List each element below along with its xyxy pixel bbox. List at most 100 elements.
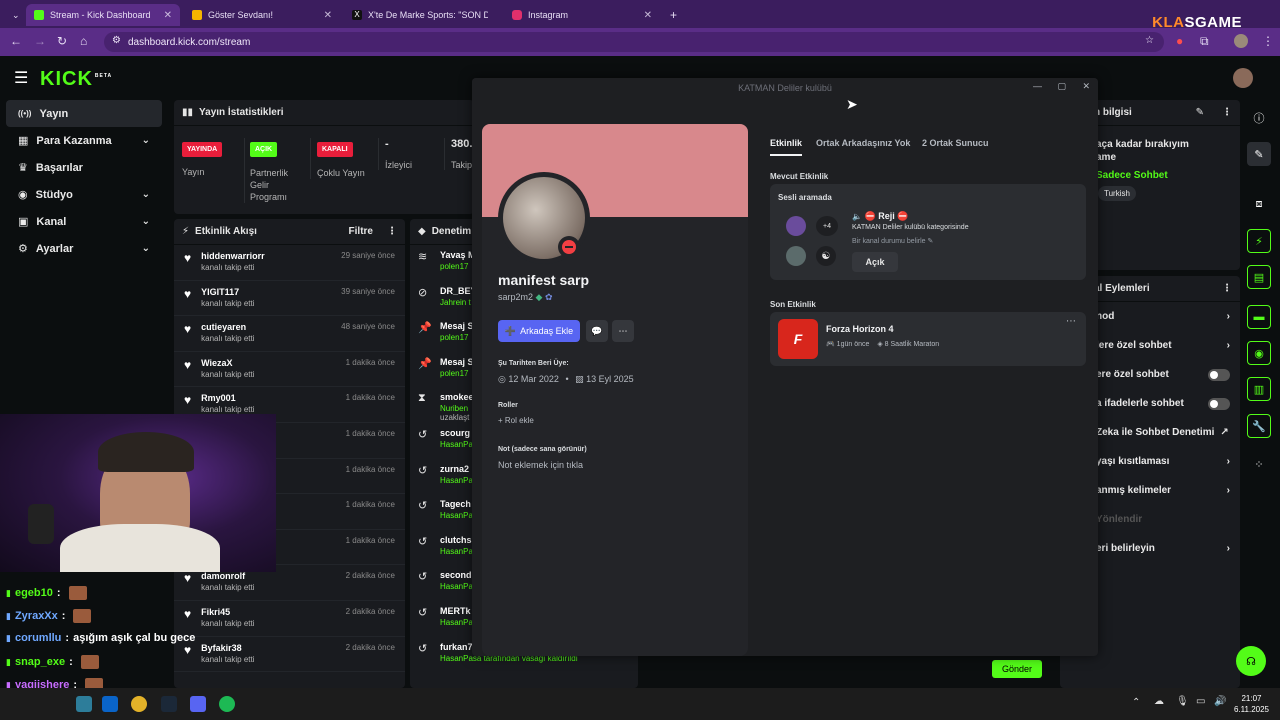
message-button[interactable]: 💬 bbox=[586, 320, 608, 342]
discord-icon[interactable] bbox=[190, 696, 206, 712]
tab-search-button[interactable]: ⌄ bbox=[4, 4, 24, 26]
tab-mutual-servers[interactable]: 2 Ortak Sunucu bbox=[922, 138, 989, 148]
sidebar-item-studyo[interactable]: ◉ Stüdyo ⌄ bbox=[6, 181, 162, 208]
note-input[interactable]: Not eklemek için tıkla bbox=[498, 460, 583, 470]
panel-title: Etkinlik Akışı bbox=[195, 226, 257, 237]
clock[interactable]: 21:07 6.11.2025 bbox=[1234, 693, 1269, 715]
activity-row[interactable]: ♥ cutieyaren kanalı takip etti 48 saniye … bbox=[174, 316, 405, 352]
follower-name: Byfakir38 bbox=[201, 642, 242, 653]
sidebar-item-ayarlar[interactable]: ⚙ Ayarlar ⌄ bbox=[6, 235, 162, 262]
forward-icon[interactable]: → bbox=[34, 34, 46, 48]
info-icon[interactable]: ⓘ bbox=[1247, 106, 1271, 130]
add-role-button[interactable]: + Rol ekle bbox=[498, 416, 534, 425]
quick-action-row[interactable]: eri belirleyin › bbox=[1086, 534, 1240, 563]
sidebar-item-yayin[interactable]: ((•)) Yayın bbox=[6, 100, 162, 127]
lightning-icon[interactable]: ⚡ bbox=[1247, 229, 1271, 253]
spotify-icon[interactable] bbox=[219, 696, 235, 712]
user-avatar[interactable] bbox=[1233, 68, 1253, 88]
maximize-icon[interactable]: ▢ bbox=[1057, 81, 1066, 92]
send-button[interactable]: Gönder bbox=[992, 660, 1042, 678]
back-icon[interactable]: ← bbox=[10, 34, 22, 48]
new-tab-button[interactable]: + bbox=[662, 4, 680, 26]
minimize-icon[interactable]: — bbox=[1033, 81, 1042, 91]
chrome-icon[interactable] bbox=[131, 696, 147, 712]
category-link[interactable]: Sadece Sohbet bbox=[1096, 170, 1168, 181]
open-button[interactable]: Açık bbox=[852, 252, 898, 272]
outlook-icon[interactable] bbox=[102, 696, 118, 712]
quick-action-row[interactable]: anmış kelimeler › bbox=[1086, 476, 1240, 505]
activity-row[interactable]: ♥ WiezaX kanalı takip etti 1 dakika önce bbox=[174, 352, 405, 388]
sidebar-item-para-kazanma[interactable]: ▦ Para Kazanma ⌄ bbox=[6, 127, 162, 154]
browser-menu-icon[interactable]: ⋮ bbox=[1262, 34, 1274, 48]
tab-instagram[interactable]: Instagram ✕ bbox=[504, 4, 660, 26]
support-headset-icon[interactable]: ☊ bbox=[1236, 646, 1266, 676]
toggle-switch[interactable] bbox=[1208, 397, 1230, 410]
wrench-icon[interactable]: 🔧 bbox=[1247, 414, 1271, 438]
chevron-right-icon: › bbox=[1226, 485, 1230, 496]
onedrive-icon[interactable]: ☁ bbox=[1154, 696, 1164, 707]
tab-x-post[interactable]: X X'te De Marke Sports: "SON DA bbox=[344, 4, 504, 26]
activity-time: 2 dakika önce bbox=[345, 606, 395, 616]
screen-icon[interactable]: ⧈ bbox=[1247, 192, 1271, 216]
quick-action-row[interactable]: ere özel sohbet bbox=[1086, 360, 1240, 389]
site-info-icon[interactable]: ⚙ bbox=[112, 35, 121, 46]
more-options-icon[interactable]: ⋮ bbox=[1222, 283, 1232, 294]
chat-icon[interactable]: ▬ bbox=[1247, 305, 1271, 329]
activity-row[interactable]: ♥ YIGIT117 kanalı takip etti 39 saniye ön… bbox=[174, 281, 405, 317]
tab-mutual-friends[interactable]: Ortak Arkadaşınız Yok bbox=[816, 138, 910, 148]
channel-status[interactable]: Bir kanal durumu belirle ✎ bbox=[852, 237, 933, 245]
edit-pencil-icon[interactable]: ✎ bbox=[1196, 107, 1204, 118]
network-icon[interactable]: ▭ bbox=[1196, 696, 1205, 707]
edit-icon[interactable]: ✎ bbox=[1247, 142, 1271, 166]
chevron-up-icon[interactable]: ⌃ bbox=[1132, 697, 1140, 708]
hamburger-menu-icon[interactable]: ☰ bbox=[14, 68, 28, 88]
reload-icon[interactable]: ↻ bbox=[57, 34, 67, 48]
quick-action-row[interactable]: yaşı kısıtlaması › bbox=[1086, 447, 1240, 476]
more-options-icon[interactable]: ⋯ bbox=[1066, 316, 1076, 327]
panel-title: n bilgisi bbox=[1094, 107, 1132, 118]
activity-row[interactable]: ♥ Fikri45 kanalı takip etti 2 dakika önce bbox=[174, 601, 405, 637]
quick-action-row[interactable]: lere özel sohbet › bbox=[1086, 331, 1240, 360]
panel-title: al Eylemleri bbox=[1094, 283, 1150, 294]
quick-action-row[interactable]: a ifadelerle sohbet bbox=[1086, 389, 1240, 418]
steam-icon[interactable] bbox=[161, 696, 177, 712]
more-button[interactable]: ⋯ bbox=[612, 320, 634, 342]
volume-icon[interactable]: 🔊 bbox=[1214, 696, 1226, 707]
activity-text: WiezaX kanalı takip etti bbox=[201, 358, 254, 379]
add-friend-button[interactable]: ➕ Arkadaş Ekle bbox=[498, 320, 580, 342]
activity-row[interactable]: ♥ Byfakir38 kanalı takip etti 2 dakika ön… bbox=[174, 637, 405, 673]
close-icon[interactable]: ✕ bbox=[1082, 81, 1090, 92]
mod-action-icon: ↺ bbox=[418, 535, 428, 548]
quick-action-row[interactable]: Zeka ile Sohbet Denetimi ↗ bbox=[1086, 418, 1240, 447]
quick-action-row[interactable]: nod › bbox=[1086, 302, 1240, 331]
notes-icon[interactable]: ▤ bbox=[1247, 265, 1271, 289]
profile-avatar[interactable] bbox=[1234, 34, 1248, 48]
extension-icon[interactable]: ● bbox=[1176, 34, 1183, 48]
close-tab-icon[interactable]: ✕ bbox=[644, 10, 652, 21]
nitro-badge-icon: ◆ bbox=[535, 292, 543, 302]
address-bar[interactable]: ⚙ dashboard.kick.com/stream ☆ bbox=[104, 32, 1164, 52]
tab-kick-dashboard[interactable]: Stream - Kick Dashboard ✕ bbox=[26, 4, 180, 26]
sidebar-item-kanal[interactable]: ▣ Kanal ⌄ bbox=[6, 208, 162, 235]
file-explorer-icon[interactable] bbox=[76, 696, 92, 712]
tab-goster-sevdani[interactable]: Göster Sevdanı! ✕ bbox=[184, 4, 340, 26]
url-text: dashboard.kick.com/stream bbox=[128, 36, 251, 48]
plus-icon: + bbox=[498, 416, 503, 425]
filter-button[interactable]: Filtre bbox=[349, 226, 373, 237]
broadcast-icon[interactable]: ◉ bbox=[1247, 341, 1271, 365]
activity-row[interactable]: ♥ hiddenwarriorr kanalı takip etti 29 san… bbox=[174, 245, 405, 281]
toggle-switch[interactable] bbox=[1208, 368, 1230, 381]
bookmark-star-icon[interactable]: ☆ bbox=[1145, 35, 1154, 46]
more-options-icon[interactable]: ⋮ bbox=[1222, 107, 1232, 118]
sidebar-item-basarilar[interactable]: ♛ Başarılar bbox=[6, 154, 162, 181]
layout-icon[interactable]: ▥ bbox=[1247, 377, 1271, 401]
more-options-icon[interactable]: ⋮ bbox=[387, 226, 397, 237]
close-tab-icon[interactable]: ✕ bbox=[164, 10, 172, 21]
extensions-puzzle-icon[interactable]: ⧉ bbox=[1200, 34, 1209, 49]
tab-activity[interactable]: Etkinlik bbox=[770, 138, 803, 156]
kick-logo[interactable]: KICK BETA bbox=[40, 68, 112, 91]
home-icon[interactable]: ⌂ bbox=[80, 34, 87, 48]
microphone-icon[interactable]: 🎙 bbox=[1176, 696, 1189, 707]
apps-icon[interactable]: ⁘ bbox=[1247, 452, 1271, 476]
close-tab-icon[interactable]: ✕ bbox=[324, 10, 332, 21]
